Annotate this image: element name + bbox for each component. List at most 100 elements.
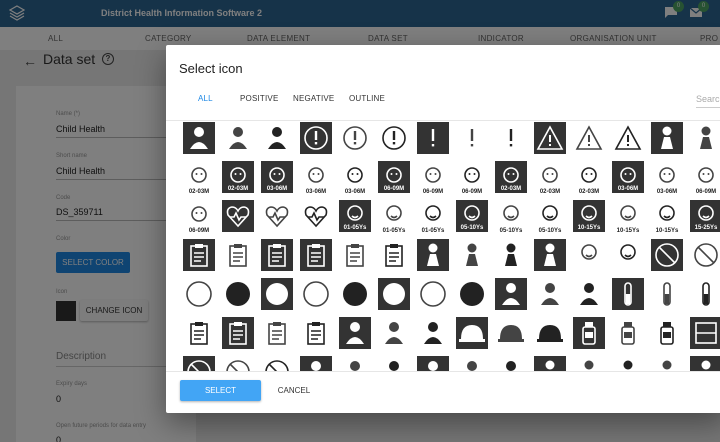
- child-10-15y-icon[interactable]: 10-15Ys: [612, 200, 644, 234]
- pregnant-dark-icon[interactable]: [651, 122, 683, 154]
- well-dark-icon[interactable]: [300, 356, 332, 371]
- baby-03-06m-outline-2-icon[interactable]: 03-06M: [651, 161, 683, 195]
- clipboard-list-dark-icon[interactable]: [300, 239, 332, 271]
- circle-dark-medium-icon[interactable]: [378, 278, 410, 310]
- baby-03-06m-dark-icon[interactable]: 03-06M: [261, 161, 293, 193]
- test-tube-icon[interactable]: [690, 278, 720, 310]
- woman-outline-icon[interactable]: [456, 239, 488, 271]
- circle-large-icon[interactable]: [222, 278, 254, 310]
- no-entry-icon[interactable]: [261, 356, 293, 371]
- no-syringe-outline-icon[interactable]: [690, 239, 720, 271]
- pregnant-outline-icon[interactable]: [690, 122, 720, 154]
- clipboard-dark-icon[interactable]: [183, 239, 215, 271]
- baby-06-09m-icon[interactable]: 06-09M: [417, 161, 449, 195]
- circle-dark-large-icon[interactable]: [261, 278, 293, 310]
- baby-03-06m-icon[interactable]: 03-06M: [300, 161, 332, 195]
- circle-outline-medium-icon[interactable]: [300, 278, 332, 310]
- worker-outline-icon[interactable]: [534, 278, 566, 310]
- child-05-10y-icon[interactable]: 05-10Ys: [495, 200, 527, 234]
- test-tube-dark-icon[interactable]: [612, 278, 644, 310]
- clipboard-pen-outline-icon[interactable]: [261, 317, 293, 349]
- farmer-icon[interactable]: [183, 122, 215, 154]
- doctor-dark-icon[interactable]: [417, 356, 449, 371]
- circle-medium-icon[interactable]: [339, 278, 371, 310]
- clipboard-list-outline-icon[interactable]: [339, 239, 371, 271]
- helmet-outline-icon[interactable]: [495, 317, 527, 349]
- exclamation-circle-icon[interactable]: [378, 122, 410, 154]
- construction-worker-dark-icon[interactable]: [339, 317, 371, 349]
- no-entry-outline-icon[interactable]: [222, 356, 254, 371]
- children-outline-icon[interactable]: [573, 239, 605, 271]
- child-05-10y-dark-icon[interactable]: 05-10Ys: [456, 200, 488, 232]
- exclamation-icon[interactable]: [495, 122, 527, 154]
- children-icon[interactable]: [612, 239, 644, 271]
- child-10-15y-positive-icon[interactable]: 10-15Ys: [651, 200, 683, 234]
- construction-worker-icon[interactable]: [417, 317, 449, 349]
- baby-02-03m-icon[interactable]: 02-03M: [183, 161, 215, 195]
- baby-06-09m-dark-icon[interactable]: 06-09M: [378, 161, 410, 193]
- mother-dark-icon[interactable]: [690, 356, 720, 371]
- clipboard-pen-icon[interactable]: [183, 317, 215, 349]
- woman-dark-icon[interactable]: [417, 239, 449, 271]
- icon-grid-scroll[interactable]: 02-03M 02-03M 03-06M 03-06M 03-06M 06-09M 06-0…: [166, 120, 720, 371]
- circle-outline-small-icon[interactable]: [417, 278, 449, 310]
- cancel-button[interactable]: CANCEL: [266, 380, 322, 401]
- worker-dark-icon[interactable]: [495, 278, 527, 310]
- well-icon[interactable]: [378, 356, 410, 371]
- child-15-25y-dark-icon[interactable]: 15-25Ys: [690, 200, 720, 232]
- clipboard-pen-dark-icon[interactable]: [222, 317, 254, 349]
- medicine-bottle-outline-icon[interactable]: [612, 317, 644, 349]
- baby-02-03m-outline-2-icon[interactable]: 02-03M: [534, 161, 566, 195]
- exclamation-circle-dark-icon[interactable]: [300, 122, 332, 154]
- construction-worker-outline-icon[interactable]: [378, 317, 410, 349]
- clipboard-check-dark-icon[interactable]: [261, 239, 293, 271]
- exclamation-dark-icon[interactable]: [417, 122, 449, 154]
- farmer-positive-icon[interactable]: [261, 122, 293, 154]
- worker-icon[interactable]: [573, 278, 605, 310]
- tab-positive[interactable]: POSITIVE: [240, 94, 279, 103]
- well-outline-icon[interactable]: [339, 356, 371, 371]
- medicine-bottle-dark-icon[interactable]: [573, 317, 605, 349]
- child-10-15y-dark-icon[interactable]: 10-15Ys: [573, 200, 605, 232]
- baby-06-09m-outline-3-icon[interactable]: 06-09M: [183, 200, 215, 234]
- tab-outline[interactable]: OUTLINE: [349, 94, 385, 103]
- nurse-dark-icon[interactable]: [534, 356, 566, 371]
- icon-search-input[interactable]: Search: [696, 94, 720, 104]
- child-05-10y-positive-icon[interactable]: 05-10Ys: [534, 200, 566, 234]
- baby-02-03m-dark-icon[interactable]: 02-03M: [222, 161, 254, 193]
- woman-icon[interactable]: [495, 239, 527, 271]
- mother-outline-icon[interactable]: [651, 356, 683, 371]
- no-syringe-dark-icon[interactable]: [651, 239, 683, 271]
- clipboard-outline-icon[interactable]: [222, 239, 254, 271]
- test-tube-outline-icon[interactable]: [651, 278, 683, 310]
- helmet-icon[interactable]: [534, 317, 566, 349]
- circle-outline-large-icon[interactable]: [183, 278, 215, 310]
- clipboard-list-icon[interactable]: [378, 239, 410, 271]
- exclamation-outline-icon[interactable]: [456, 122, 488, 154]
- warning-outline-icon[interactable]: [573, 122, 605, 154]
- child-01-05y-dark-icon[interactable]: 01-05Ys: [339, 200, 371, 232]
- no-entry-dark-icon[interactable]: [183, 356, 215, 371]
- girl-dark-icon[interactable]: [534, 239, 566, 271]
- medicine-bottle-icon[interactable]: [651, 317, 683, 349]
- nurse-icon[interactable]: [612, 356, 644, 371]
- baby-06-09m-outline-2-icon[interactable]: 06-09M: [690, 161, 720, 195]
- farmer-outline-icon[interactable]: [222, 122, 254, 154]
- cabinet-dark-icon[interactable]: [690, 317, 720, 349]
- nurse-outline-icon[interactable]: [573, 356, 605, 371]
- baby-02-03m-positive-2-icon[interactable]: 02-03M: [573, 161, 605, 195]
- helmet-dark-icon[interactable]: [456, 317, 488, 349]
- warning-dark-icon[interactable]: [534, 122, 566, 154]
- child-01-05y-icon[interactable]: 01-05Ys: [378, 200, 410, 234]
- tab-all[interactable]: ALL: [198, 94, 213, 103]
- baby-03-06m-dark-2-icon[interactable]: 03-06M: [612, 161, 644, 193]
- circle-small-icon[interactable]: [456, 278, 488, 310]
- heart-pulse-dark-icon[interactable]: [222, 200, 254, 232]
- select-button[interactable]: SELECT: [180, 380, 261, 401]
- warning-icon[interactable]: [612, 122, 644, 154]
- tab-negative[interactable]: NEGATIVE: [293, 94, 334, 103]
- heart-check-icon[interactable]: [300, 200, 332, 232]
- doctor-outline-icon[interactable]: [456, 356, 488, 371]
- baby-03-06m-positive-icon[interactable]: 03-06M: [339, 161, 371, 195]
- heart-check-outline-icon[interactable]: [261, 200, 293, 232]
